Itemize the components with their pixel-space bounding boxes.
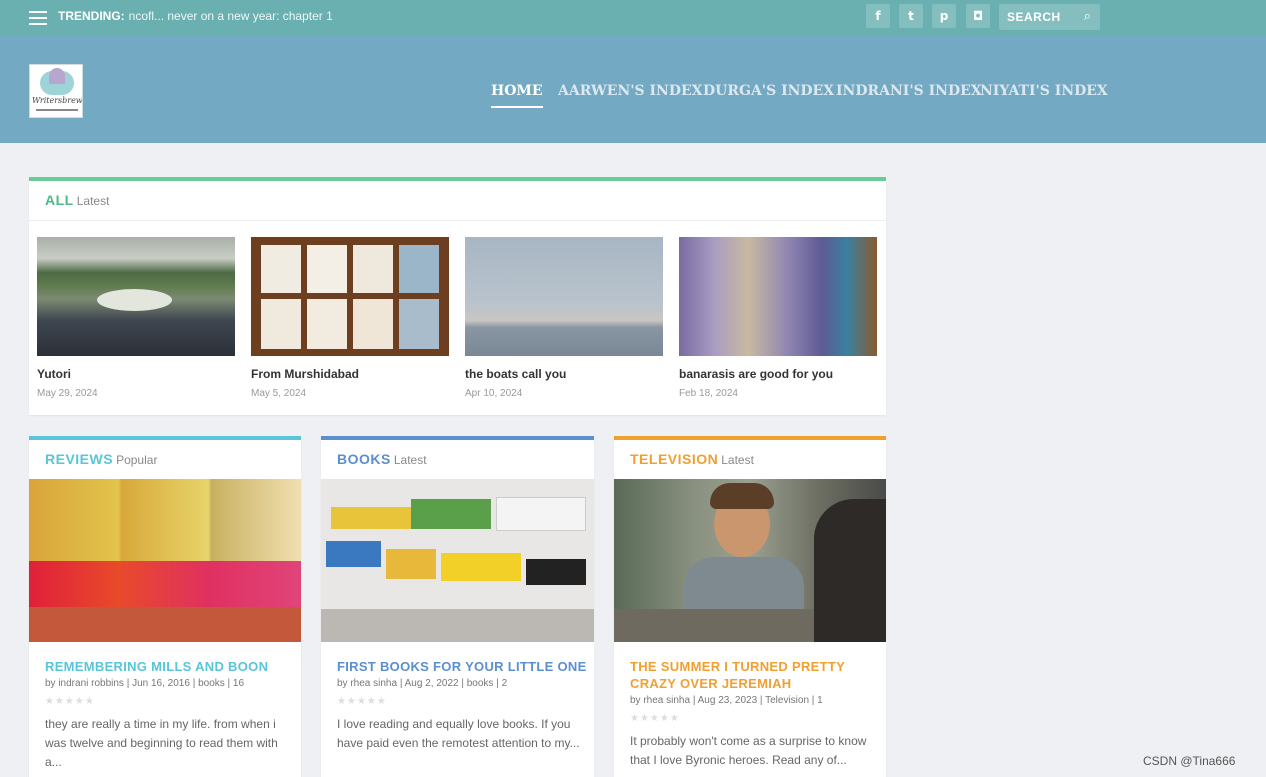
post-date: Feb 18, 2024 — [679, 388, 738, 399]
logo-text: Writersbrew — [32, 96, 83, 105]
post-excerpt: they are really a time in my life. from … — [45, 717, 278, 769]
window-pane — [399, 299, 439, 349]
post-thumbnail[interactable] — [679, 237, 877, 356]
post-thumbnail[interactable] — [29, 479, 301, 642]
rating-stars: ★★★★★ — [630, 713, 680, 724]
cover-band — [29, 561, 301, 607]
site-logo[interactable]: Writersbrew — [29, 64, 83, 118]
rating-stars: ★★★★★ — [337, 696, 387, 707]
book-spine — [526, 559, 586, 585]
window-pane — [261, 299, 301, 349]
book-spine — [496, 497, 586, 531]
twitter-icon[interactable]: t — [899, 4, 923, 28]
post-meta: by rhea sinha | Aug 2, 2022 | books | 2 — [337, 678, 508, 689]
panel-accent-bar — [614, 436, 886, 440]
book-spine — [411, 499, 491, 529]
post-thumbnail[interactable] — [251, 237, 449, 356]
panel-heading: BOOKS Latest — [337, 451, 427, 467]
post-excerpt: I love reading and equally love books. I… — [337, 717, 580, 750]
post-title[interactable]: REMEMBERING MILLS AND BOON — [45, 658, 285, 675]
table-surface — [614, 609, 814, 642]
post-title[interactable]: banarasis are good for you — [679, 367, 833, 381]
post-thumbnail[interactable] — [321, 479, 594, 642]
window-pane — [399, 245, 439, 293]
nav-durgas-index[interactable]: DURGA'S INDEX — [703, 83, 834, 99]
foreground-shadow — [814, 499, 886, 642]
trending-ticker[interactable]: TRENDING: ncofl... never on a new year: c… — [58, 9, 333, 23]
site-header: Writersbrew HOME AARWEN'S INDEX DURGA'S … — [0, 36, 1266, 143]
panel-accent-bar — [29, 177, 886, 181]
instagram-icon[interactable]: ◘ — [966, 4, 990, 28]
post-date: May 29, 2024 — [37, 388, 98, 399]
trending-label: TRENDING: — [58, 9, 125, 23]
pinterest-icon[interactable]: p — [932, 4, 956, 28]
window-pane — [353, 245, 393, 293]
post-date: May 5, 2024 — [251, 388, 307, 399]
all-latest-panel: ALL Latest Yutori May 29, 2024 From Mursh… — [29, 177, 886, 415]
post-title[interactable]: From Murshidabad — [251, 367, 359, 381]
nav-niyatis-index[interactable]: NIYATI'S INDEX — [980, 83, 1108, 99]
post-thumbnail[interactable] — [465, 237, 663, 356]
shelf-row — [321, 609, 594, 642]
nav-home[interactable]: HOME — [491, 83, 543, 108]
post-date: Apr 10, 2024 — [465, 388, 523, 399]
panel-subtitle: Latest — [393, 453, 427, 467]
panel-heading: ALL Latest — [45, 192, 109, 208]
watermark-text: CSDN @Tina666 — [1143, 754, 1236, 768]
post-title[interactable]: FIRST BOOKS FOR YOUR LITTLE ONE — [337, 658, 587, 675]
books-panel: BOOKS Latest FIRST BOOKS FOR YOUR LITTLE … — [321, 436, 594, 777]
post-thumbnail[interactable] — [614, 479, 886, 642]
window-pane — [261, 245, 301, 293]
logo-dome-shape — [49, 68, 65, 84]
logo-underline — [36, 109, 78, 111]
window-pane — [353, 299, 393, 349]
cover-band — [29, 607, 301, 642]
book-spine — [386, 549, 436, 579]
search-icon[interactable]: ⌕ — [1084, 9, 1091, 24]
panel-title[interactable]: TELEVISION — [630, 451, 718, 467]
post-meta: by rhea sinha | Aug 23, 2023 | Televisio… — [630, 695, 823, 706]
panel-subtitle: Popular — [116, 453, 158, 467]
window-pane — [307, 299, 347, 349]
person-hair — [710, 483, 774, 509]
panel-title[interactable]: REVIEWS — [45, 451, 113, 467]
panel-accent-bar — [321, 436, 594, 440]
panel-accent-bar — [29, 436, 301, 440]
post-title[interactable]: THE SUMMER I TURNED PRETTY CRAZY OVER JE… — [630, 658, 870, 692]
rating-stars: ★★★★★ — [45, 696, 95, 707]
facebook-icon[interactable]: f — [866, 4, 890, 28]
search-box: ⌕ — [999, 4, 1100, 30]
nav-aarwens-index[interactable]: AARWEN'S INDEX — [558, 83, 703, 99]
panel-subtitle: Latest — [721, 453, 754, 467]
panel-title[interactable]: BOOKS — [337, 451, 391, 467]
reviews-panel: REVIEWS Popular REMEMBERING MILLS AND BOO… — [29, 436, 301, 777]
post-excerpt: It probably won't come as a surprise to … — [630, 734, 867, 767]
television-panel: TELEVISION Latest THE SUMMER I TURNED PRE… — [614, 436, 886, 777]
book-spine — [441, 553, 521, 581]
book-spine — [331, 507, 411, 529]
post-meta: by indrani robbins | Jun 16, 2016 | book… — [45, 678, 245, 689]
search-input[interactable] — [999, 4, 1077, 30]
panel-heading: REVIEWS Popular — [45, 451, 157, 467]
menu-icon[interactable] — [29, 11, 47, 25]
post-title[interactable]: Yutori — [37, 367, 71, 381]
panel-title[interactable]: ALL — [45, 192, 74, 208]
nav-indranis-index[interactable]: INDRANI'S INDEX — [836, 83, 982, 99]
trending-text[interactable]: ncofl... never on a new year: chapter 1 — [129, 9, 333, 23]
post-thumbnail[interactable] — [37, 237, 235, 356]
panel-heading: TELEVISION Latest — [630, 451, 754, 467]
window-pane — [307, 245, 347, 293]
top-bar: TRENDING: ncofl... never on a new year: c… — [0, 0, 1266, 36]
post-title[interactable]: the boats call you — [465, 367, 566, 381]
divider — [29, 220, 886, 221]
stage-shape — [97, 289, 172, 311]
book-spine — [326, 541, 381, 567]
panel-subtitle: Latest — [76, 194, 110, 208]
